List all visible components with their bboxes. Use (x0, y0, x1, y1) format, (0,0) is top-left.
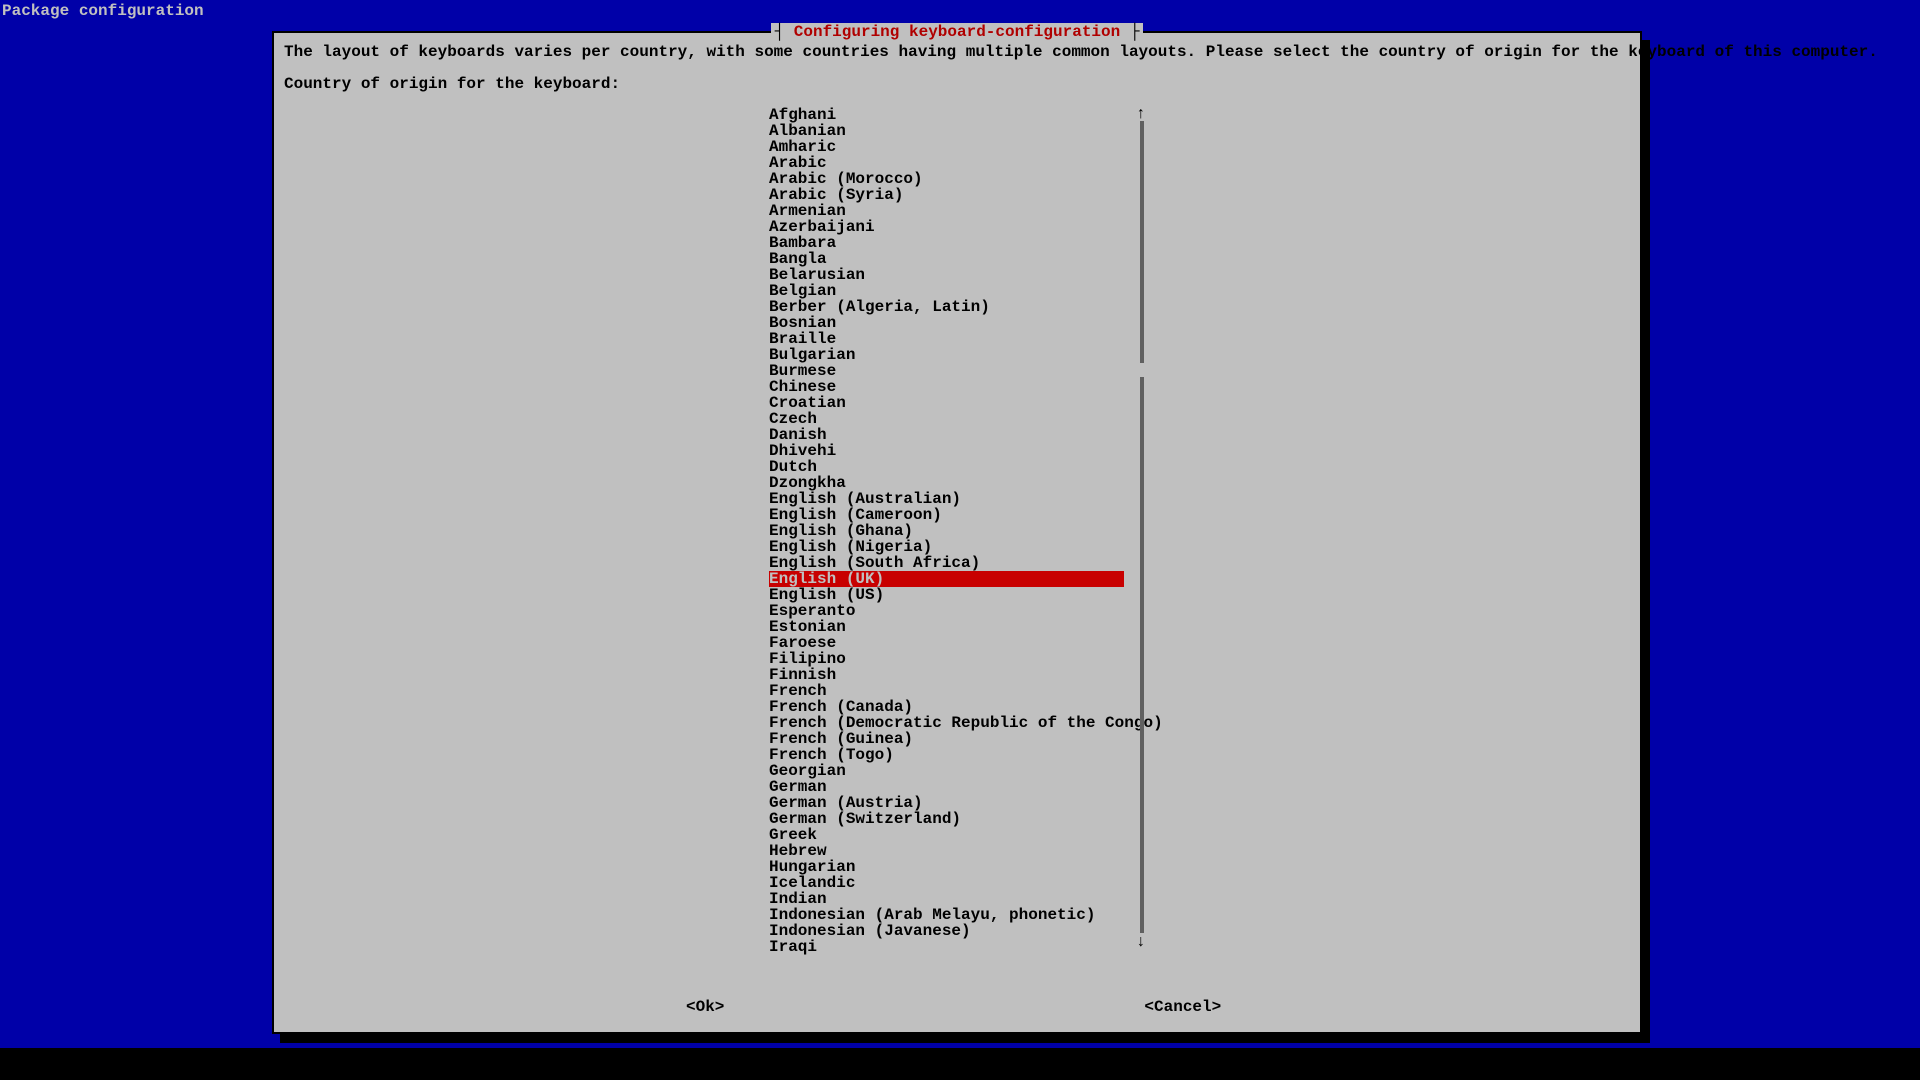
list-item[interactable]: Esperanto (769, 603, 1124, 619)
dialog-prompt: Country of origin for the keyboard: (284, 75, 620, 93)
list-item[interactable]: Chinese (769, 379, 1124, 395)
dialog: ┤ Configuring keyboard-configuration ├ T… (272, 31, 1642, 1034)
list-item[interactable]: Iraqi (769, 939, 1124, 955)
scroll-thumb[interactable] (1140, 377, 1144, 933)
scroll-down-icon[interactable]: ↓ (1136, 933, 1146, 951)
list-item[interactable]: Bosnian (769, 315, 1124, 331)
list-item[interactable]: Bulgarian (769, 347, 1124, 363)
list-item[interactable]: French (Democratic Republic of the Congo… (769, 715, 1124, 731)
list-item[interactable]: German (Switzerland) (769, 811, 1124, 827)
bracket-left: ┤ (775, 23, 794, 41)
list-item[interactable]: Berber (Algeria, Latin) (769, 299, 1124, 315)
list-item[interactable]: Arabic (769, 155, 1124, 171)
list-item[interactable]: French (769, 683, 1124, 699)
list-item[interactable]: Armenian (769, 203, 1124, 219)
list-item[interactable]: French (Canada) (769, 699, 1124, 715)
list-item[interactable]: Belgian (769, 283, 1124, 299)
list-item[interactable]: Afghani (769, 107, 1124, 123)
list-item[interactable]: Albanian (769, 123, 1124, 139)
list-item[interactable]: English (Cameroon) (769, 507, 1124, 523)
list-item[interactable]: English (Nigeria) (769, 539, 1124, 555)
list-item[interactable]: Amharic (769, 139, 1124, 155)
list-item[interactable]: Bambara (769, 235, 1124, 251)
list-item[interactable]: Czech (769, 411, 1124, 427)
list-item[interactable]: Estonian (769, 619, 1124, 635)
screen-title: Package configuration (2, 2, 204, 20)
list-item[interactable]: Indian (769, 891, 1124, 907)
list-item[interactable]: German (769, 779, 1124, 795)
list-item[interactable]: Georgian (769, 763, 1124, 779)
list-item[interactable]: Bangla (769, 251, 1124, 267)
list-item[interactable]: English (South Africa) (769, 555, 1124, 571)
list-item[interactable]: Croatian (769, 395, 1124, 411)
list-item[interactable]: Hungarian (769, 859, 1124, 875)
bracket-right: ├ (1120, 23, 1139, 41)
list-item[interactable]: Arabic (Syria) (769, 187, 1124, 203)
country-list[interactable]: AfghaniAlbanianAmharicArabicArabic (Moro… (769, 107, 1419, 955)
list-item[interactable]: French (Togo) (769, 747, 1124, 763)
list-item[interactable]: Greek (769, 827, 1124, 843)
list-item[interactable]: Dhivehi (769, 443, 1124, 459)
list-item[interactable]: Filipino (769, 651, 1124, 667)
cancel-button[interactable]: <Cancel> (1144, 998, 1221, 1016)
list-item[interactable]: Dutch (769, 459, 1124, 475)
list-item[interactable]: Hebrew (769, 843, 1124, 859)
ok-button[interactable]: <Ok> (686, 998, 724, 1016)
list-item[interactable]: English (Ghana) (769, 523, 1124, 539)
dialog-description: The layout of keyboards varies per count… (284, 43, 1630, 61)
list-item[interactable]: English (Australian) (769, 491, 1124, 507)
list-item[interactable]: French (Guinea) (769, 731, 1124, 747)
scroll-thumb[interactable] (1140, 121, 1144, 363)
list-item[interactable]: Dzongkha (769, 475, 1124, 491)
list-item[interactable]: Indonesian (Javanese) (769, 923, 1124, 939)
dialog-title-text: Configuring keyboard-configuration (794, 23, 1120, 41)
scrollbar[interactable]: ↑ ↓ (1138, 107, 1146, 949)
list-item[interactable]: Faroese (769, 635, 1124, 651)
list-item[interactable]: Indonesian (Arab Melayu, phonetic) (769, 907, 1124, 923)
list-item[interactable]: Burmese (769, 363, 1124, 379)
list-item[interactable]: Arabic (Morocco) (769, 171, 1124, 187)
list-item[interactable]: Belarusian (769, 267, 1124, 283)
list-item[interactable]: German (Austria) (769, 795, 1124, 811)
list-item[interactable]: Danish (769, 427, 1124, 443)
list-item[interactable]: Icelandic (769, 875, 1124, 891)
dialog-title: ┤ Configuring keyboard-configuration ├ (771, 23, 1144, 41)
list-item[interactable]: English (UK) (769, 571, 1124, 587)
list-item[interactable]: Finnish (769, 667, 1124, 683)
list-item[interactable]: English (US) (769, 587, 1124, 603)
list-item[interactable]: Azerbaijani (769, 219, 1124, 235)
list-item[interactable]: Braille (769, 331, 1124, 347)
